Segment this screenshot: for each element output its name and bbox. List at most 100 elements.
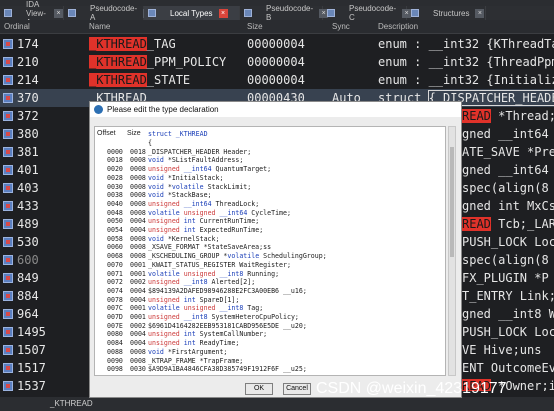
column-description-header[interactable]: Description xyxy=(378,22,418,31)
local-type-icon xyxy=(3,327,13,337)
column-sync-header[interactable]: Sync xyxy=(332,22,350,31)
description-cell: READ Tcb;_LAR xyxy=(462,215,554,233)
code-line: 0000 0018 _DISPATCHER_HEADER Header; xyxy=(95,148,445,157)
editor-scrollbar[interactable] xyxy=(448,126,456,376)
offset-value: 0074 xyxy=(107,286,123,295)
code-line: 0054 0004 unsigned int ExpectedRunTime; xyxy=(95,226,445,235)
ordinal-cell: 489 xyxy=(17,217,39,231)
code-line: 0074 0004 $894139A2DAFED98946288E2FC3A00E… xyxy=(95,287,445,296)
description-cell: spec(align(8 xyxy=(462,179,549,197)
tab-4[interactable]: Pseudocode-C × xyxy=(323,4,412,22)
code-line: 00C8 0008 xyxy=(95,374,445,375)
offset-value: 0058 xyxy=(107,234,123,243)
status-bar: _KTHREAD xyxy=(0,397,554,411)
scrollbar-thumb[interactable] xyxy=(450,147,454,257)
description-cell: enum : __int32 {ThreadPpm xyxy=(378,53,554,71)
description-cell: enum : __int32 {Initializ xyxy=(378,71,554,89)
description-cell: gned __int64 xyxy=(462,161,549,179)
size-column-label: Size xyxy=(127,130,141,137)
local-type-icon xyxy=(3,237,13,247)
ordinal-cell: 372 xyxy=(17,109,39,123)
ordinal-cell: 401 xyxy=(17,163,39,177)
offset-value: 007E xyxy=(107,321,123,330)
size-value: 0008 xyxy=(130,156,146,165)
type-row[interactable]: 214 _KTHREAD_STATE 00000004 enum : __int32 … xyxy=(0,71,554,89)
name-highlight: _KTHREAD xyxy=(89,55,147,69)
offset-value: 0028 xyxy=(107,173,123,182)
type-row[interactable]: 174 _KTHREAD_TAG 00000004 enum : __int32 {K… xyxy=(0,35,554,53)
column-size-header[interactable]: Size xyxy=(247,22,263,31)
name-cell: _KTHREAD_STATE xyxy=(89,71,190,89)
ok-button[interactable]: OK xyxy=(245,383,273,395)
ordinal-cell: 214 xyxy=(17,73,39,87)
size-value: 0001 xyxy=(130,260,146,269)
local-type-icon xyxy=(3,57,13,67)
tab-1[interactable]: Pseudocode-A× xyxy=(64,4,153,22)
code-text: $6961D4164282EEB953181CABD956E5DE __u20; xyxy=(148,321,307,330)
description-text: ATE_SAVE *Pre xyxy=(462,145,554,159)
column-name-header[interactable]: Name xyxy=(89,22,110,31)
type-declaration-editor[interactable]: Offset Size struct _KTHREAD {0000 0018 _D… xyxy=(94,126,446,376)
size-value: 0008 xyxy=(130,191,146,200)
code-text: void *InitialStack; xyxy=(148,173,224,182)
cancel-button[interactable]: Cancel xyxy=(283,383,311,395)
dialog-title-bar[interactable]: Please edit the type declaration xyxy=(90,102,461,117)
code-text: void *SListFaultAddress; xyxy=(148,156,244,165)
column-ordinal-header[interactable]: Ordinal xyxy=(4,22,30,31)
code-text: unsigned int CurrentRunTime; xyxy=(148,217,260,226)
name-highlight: _KTHREAD xyxy=(89,73,147,87)
size-value: 0002 xyxy=(130,321,146,330)
tab-label: Local Types xyxy=(170,8,213,18)
code-text: void *KernelStack; xyxy=(148,234,220,243)
ordinal-cell: 1495 xyxy=(17,325,46,339)
local-type-icon xyxy=(3,363,13,373)
description-text: VE Hive;uns xyxy=(462,343,542,357)
offset-value: 0084 xyxy=(107,339,123,348)
close-tab-icon[interactable]: × xyxy=(54,8,63,18)
code-text: unsigned __int8 SystemHeteroCpuPolicy; xyxy=(148,313,299,321)
code-line: 0068 0008 _KSCHEDULING_GROUP *volatile Sc… xyxy=(95,252,445,261)
local-type-icon xyxy=(3,165,13,175)
description-cell: PUSH_LOCK Loc xyxy=(462,323,554,341)
size-value: 0008 xyxy=(130,374,146,375)
offset-value: 0030 xyxy=(107,182,123,191)
size-value: 0008 xyxy=(130,243,146,252)
description-text: Tcb;_LAR xyxy=(490,217,554,231)
name-text: _TAG xyxy=(146,37,176,51)
code-line: 0084 0004 unsigned int ReadyTime; xyxy=(95,339,445,348)
local-type-icon xyxy=(3,381,13,391)
offset-value: 0054 xyxy=(107,226,123,234)
close-tab-icon[interactable]: × xyxy=(475,8,485,18)
code-text: volatile unsigned __int8 Running; xyxy=(148,269,280,278)
code-text: $894139A2DAFED98946288E2FC3A00EB6 __u16; xyxy=(148,286,307,295)
size-value: 0004 xyxy=(130,226,146,234)
name-text: _PPM_POLICY xyxy=(146,55,227,69)
size-value: 0008 xyxy=(130,234,146,243)
description-cell: gned int MxCs xyxy=(462,197,554,215)
offset-value: 0060 xyxy=(107,243,123,252)
description-text: PUSH_LOCK Loc xyxy=(462,235,554,249)
tab-3[interactable]: Pseudocode-B × xyxy=(240,4,329,22)
tab-2[interactable]: Local Types × xyxy=(144,6,240,20)
size-value: 0008 xyxy=(130,199,146,208)
tab-5[interactable]: Structures × xyxy=(407,6,486,20)
code-line: 0070 0001 _KWAIT_STATUS_REGISTER WaitRegi… xyxy=(95,261,445,270)
code-line: { xyxy=(95,139,445,148)
type-row[interactable]: 210 _KTHREAD_PPM_POLICY 00000004 enum : __i… xyxy=(0,53,554,71)
code-line: 007C 0001 volatile unsigned __int8 Tag; xyxy=(95,304,445,313)
description-cell: gned __int64 xyxy=(462,125,549,143)
tab-0[interactable]: IDA View-A× xyxy=(0,0,64,27)
view-icon xyxy=(411,9,419,17)
description-text: gned __int8 W xyxy=(462,307,554,321)
view-icon xyxy=(244,9,252,17)
code-text: _KSCHEDULING_GROUP *volatile SchedulingG… xyxy=(148,252,327,261)
ordinal-cell: 380 xyxy=(17,127,39,141)
size-value: 0008 xyxy=(130,165,146,174)
size-value: 0018 xyxy=(130,147,146,156)
close-tab-icon[interactable]: × xyxy=(218,8,228,18)
size-value: 0030 xyxy=(130,365,146,374)
description-cell: T_ENTRY Link; xyxy=(462,287,554,305)
offset-column-label: Offset xyxy=(97,130,116,137)
size-value: 0008 xyxy=(130,356,146,365)
size-value: 0004 xyxy=(130,295,146,304)
